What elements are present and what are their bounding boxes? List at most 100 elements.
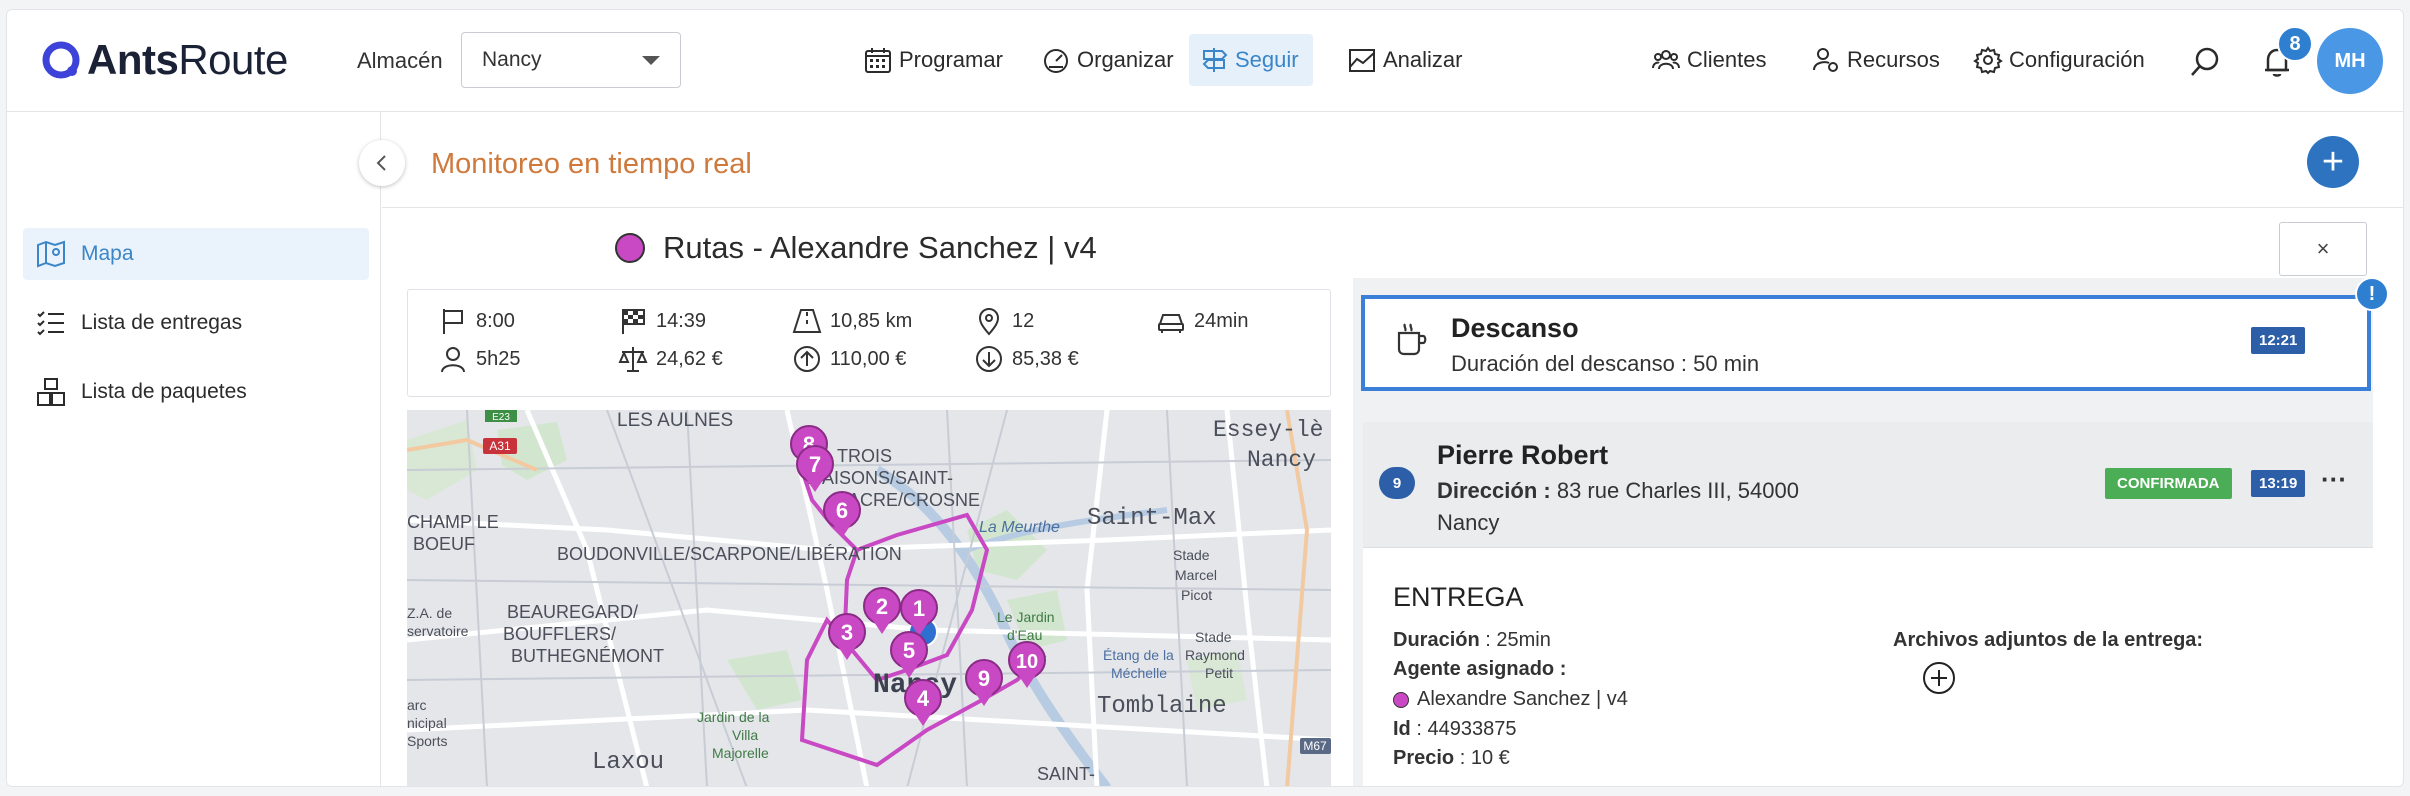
- sidebar-item-entregas[interactable]: Lista de entregas: [23, 297, 369, 349]
- map-label: Stade: [1195, 629, 1232, 645]
- more-options-icon[interactable]: ···: [2321, 464, 2347, 495]
- road-icon: [792, 309, 822, 333]
- svg-text:1: 1: [913, 596, 925, 621]
- search-icon[interactable]: [2187, 44, 2223, 85]
- svg-text:5: 5: [903, 638, 915, 663]
- map-label: Z.A. de: [407, 605, 452, 621]
- map-label: E23: [492, 412, 510, 423]
- plus-circle-icon: [1923, 662, 1955, 694]
- stop-card-header[interactable]: 9 Pierre Robert Dirección : 83 rue Charl…: [1363, 422, 2373, 548]
- arrow-up-circle-icon: [794, 346, 820, 372]
- map-label: La Meurthe: [979, 519, 1060, 536]
- chevron-down-icon: [642, 55, 660, 65]
- stat-revenue: 110,00 €: [792, 344, 906, 374]
- sidebar-item-label: Lista de entregas: [81, 311, 243, 334]
- warehouse-select[interactable]: Nancy: [461, 32, 681, 88]
- stat-end: 14:39: [618, 306, 706, 336]
- plus-icon: +: [2321, 141, 2345, 183]
- person-icon: [441, 347, 465, 373]
- checkered-flag-icon: [622, 309, 645, 334]
- coffee-cup-icon: [1397, 323, 1427, 356]
- scale-icon: [618, 347, 648, 372]
- sidebar-item-label: Lista de paquetes: [81, 380, 247, 403]
- map-label: Villa: [732, 727, 758, 743]
- add-attachment-button[interactable]: [1921, 660, 1957, 701]
- logo-icon: [41, 40, 81, 80]
- close-button[interactable]: ×: [2279, 222, 2367, 276]
- stat-margin: 85,38 €: [974, 344, 1079, 374]
- route-color-dot: [615, 233, 645, 263]
- chevron-left-icon: [376, 155, 386, 171]
- map-label: SAINT-: [1037, 764, 1095, 784]
- sidebar: Mapa Lista de entregas Lista de paquetes: [7, 112, 381, 786]
- stat-stops: 12: [974, 306, 1034, 336]
- map-label: Laxou: [592, 749, 664, 776]
- nav-recursos[interactable]: Recursos: [1801, 34, 1950, 86]
- avatar[interactable]: MH: [2317, 28, 2383, 94]
- map-label: BUTHEGNÉMONT: [511, 646, 664, 666]
- nav-analizar[interactable]: Analizar: [1337, 34, 1472, 86]
- map-label: LES AULNES: [617, 410, 733, 431]
- user-gear-icon: [1813, 48, 1838, 72]
- nav-configuracion[interactable]: Configuración: [1963, 34, 2155, 86]
- map-label: Nancy: [1247, 447, 1316, 473]
- app-logo[interactable]: AntsRoute: [41, 36, 288, 84]
- app-window: AntsRoute Almacén Nancy Programar Organi…: [6, 9, 2404, 787]
- address-label: Dirección :: [1437, 478, 1551, 503]
- stat-distance: 10,85 km: [792, 306, 912, 336]
- page-title: Monitoreo en tiempo real: [431, 148, 752, 180]
- route-map[interactable]: E23 A31 M67 LES AULNES TROIS MAISONS/SAI…: [407, 410, 1331, 786]
- route-title-text: Rutas - Alexandre Sanchez | v4: [663, 230, 1097, 265]
- nav-clientes-label: Clientes: [1687, 47, 1767, 72]
- nav-organizar-label: Organizar: [1077, 47, 1174, 72]
- stat-drive-time: 24min: [1156, 306, 1248, 336]
- sidebar-item-paquetes[interactable]: Lista de paquetes: [23, 366, 369, 418]
- stat-cost: 24,62 €: [618, 344, 723, 374]
- add-button[interactable]: +: [2307, 136, 2359, 188]
- stop-details: ENTREGA Duración : 25min Agente asignado…: [1363, 548, 2373, 786]
- price-row: Precio : 10 €: [1393, 747, 1510, 769]
- nav-programar-label: Programar: [899, 47, 1003, 72]
- map-label: arc: [407, 697, 426, 713]
- map-label: TROIS: [837, 446, 892, 466]
- nav-analizar-label: Analizar: [1383, 47, 1463, 72]
- nav-seguir[interactable]: Seguir: [1189, 34, 1313, 86]
- map-label: Raymond: [1185, 647, 1245, 663]
- chart-icon: [1349, 49, 1375, 72]
- duration-row: Duración : 25min: [1393, 629, 1551, 651]
- break-card[interactable]: Descanso Duración del descanso : 50 min …: [1361, 295, 2371, 391]
- status-badge: CONFIRMADA: [2105, 468, 2232, 499]
- logo-text: AntsRoute: [87, 36, 288, 83]
- attachments-label: Archivos adjuntos de la entrega:: [1893, 629, 2204, 651]
- collapse-sidebar-button[interactable]: [359, 140, 405, 186]
- map-label: BOEUF: [413, 534, 475, 554]
- map-label: Petit: [1205, 665, 1233, 681]
- section-title: ENTREGA: [1393, 582, 1524, 612]
- calendar-icon: [865, 48, 891, 73]
- nav-programar[interactable]: Programar: [853, 34, 1013, 86]
- nav-clientes[interactable]: Clientes: [1641, 34, 1776, 86]
- agent-row: Alexandre Sanchez | v4: [1393, 688, 1628, 711]
- stat-start: 8:00: [438, 306, 515, 336]
- map-label: CHAMP LE: [407, 512, 499, 532]
- top-bar: AntsRoute Almacén Nancy Programar Organi…: [7, 10, 2403, 112]
- warehouse-value: Nancy: [482, 48, 542, 71]
- nav-organizar[interactable]: Organizar: [1031, 34, 1184, 86]
- car-icon: [1158, 314, 1184, 333]
- map-label: servatoire: [407, 623, 469, 639]
- map-icon: [37, 240, 65, 268]
- divider: [382, 207, 2403, 208]
- map-label: Saint-Max: [1087, 505, 1217, 532]
- flag-icon: [443, 309, 463, 334]
- signpost-icon: [1202, 48, 1228, 72]
- route-stats: 8:00 5h25 14:39 24,62 € 10,85 km 110,00 …: [407, 289, 1331, 397]
- map-label: Essey-lè: [1213, 417, 1323, 443]
- break-duration: Duración del descanso : 50 min: [1451, 351, 1760, 376]
- map-label: BOUDONVILLE/SCARPONE/LIBÉRATION: [557, 544, 902, 564]
- alert-icon[interactable]: !: [2355, 277, 2389, 311]
- address-city: Nancy: [1437, 510, 1500, 535]
- map-label: Étang de la: [1103, 647, 1174, 663]
- sidebar-item-mapa[interactable]: Mapa: [23, 228, 369, 280]
- map-label: Jardin de la: [697, 709, 770, 725]
- map-label: BEAUREGARD/: [507, 602, 638, 622]
